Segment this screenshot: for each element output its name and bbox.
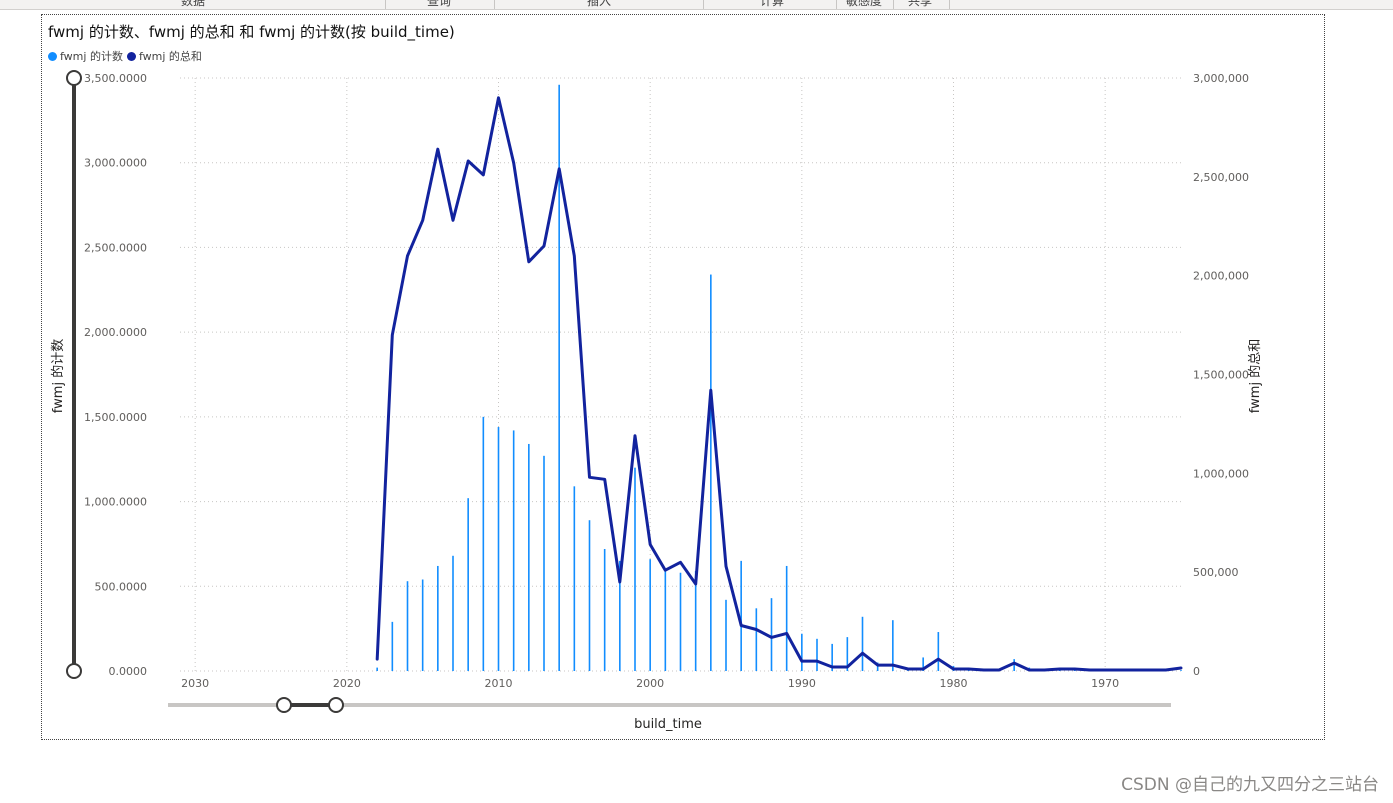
ribbon-menu: 数据 查询 插入 计算 敏感度 共享 [0, 0, 1393, 10]
x-zoom-handle-left[interactable] [276, 697, 292, 713]
ribbon-separator [836, 0, 837, 9]
ribbon-tab-query[interactable]: 查询 [427, 0, 451, 9]
x-zoom-handle-right[interactable] [328, 697, 344, 713]
ribbon-separator [703, 0, 704, 9]
ribbon-separator [494, 0, 495, 9]
legend-label-count: fwmj 的计数 [60, 50, 123, 63]
ribbon-tab-insert[interactable]: 插入 [587, 0, 611, 9]
legend-item-count[interactable]: fwmj 的计数 [48, 48, 123, 64]
chart-legend: fwmj 的计数 fwmj 的总和 [48, 48, 206, 64]
legend-dot-count [48, 51, 57, 61]
ribbon-tab-sensitivity[interactable]: 敏感度 [846, 0, 882, 9]
legend-label-sum: fwmj 的总和 [138, 50, 202, 63]
y-zoom-handle-bottom[interactable] [66, 663, 82, 679]
ribbon-separator [385, 0, 386, 9]
legend-dot-sum [126, 51, 136, 61]
ribbon-separator [949, 0, 950, 9]
ribbon-tab-data[interactable]: 数据 [181, 0, 205, 9]
ribbon-tab-share[interactable]: 共享 [908, 0, 932, 9]
watermark: CSDN @自己的九又四分之三站台 [1121, 775, 1379, 795]
legend-item-sum[interactable]: fwmj 的总和 [126, 48, 202, 64]
ribbon-separator [893, 0, 894, 9]
chart-title: fwmj 的计数、fwmj 的总和 和 fwmj 的计数(按 build_tim… [48, 23, 455, 41]
visual-container[interactable] [41, 14, 1325, 740]
ribbon-tab-calculate[interactable]: 计算 [760, 0, 784, 9]
y-zoom-handle-top[interactable] [66, 70, 82, 86]
